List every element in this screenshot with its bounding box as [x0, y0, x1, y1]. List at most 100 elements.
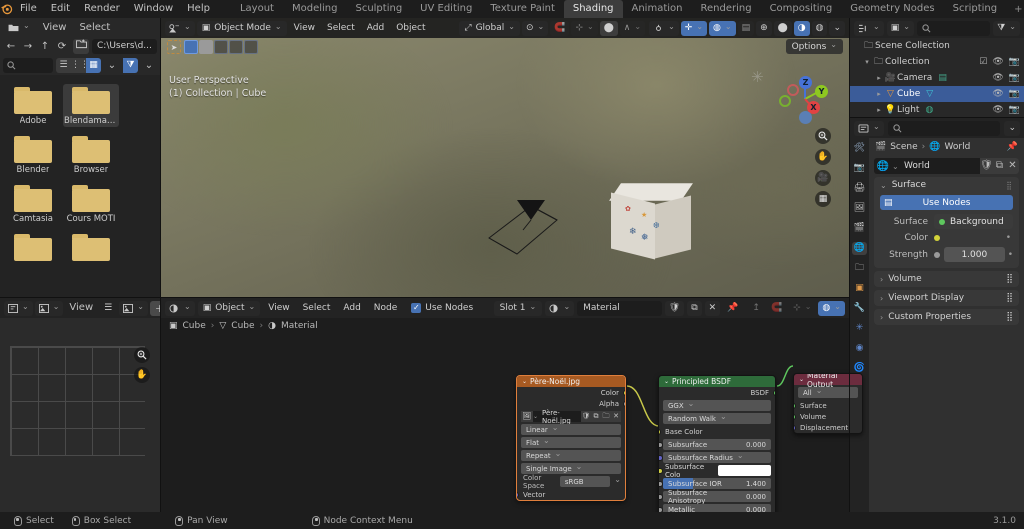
display-mode-thumbnail-icon[interactable]: ▦	[86, 58, 101, 73]
scene-filter-icon[interactable]: ▣	[886, 20, 914, 36]
select-rotate-icon[interactable]	[214, 40, 228, 54]
outliner-row-collection[interactable]: ▾ 🗀 Collection ☑ 👁 📷	[850, 54, 1024, 70]
use-nodes-button[interactable]: ▤ Use Nodes	[880, 195, 1013, 210]
empty-plain-axes[interactable]: ✳	[751, 68, 764, 86]
outliner-row-light[interactable]: ▸ 💡 Light ◍ 👁 📷	[850, 102, 1024, 118]
viewport-menu-add[interactable]: Add	[362, 21, 389, 36]
tab-output[interactable]: 🖨	[852, 182, 867, 195]
node-principled-bsdf[interactable]: ⌄ Principled BSDF BSDF GGX Random Walk B…	[658, 375, 776, 529]
node-projection-field[interactable]: Flat	[521, 437, 621, 448]
editor-type-button[interactable]	[854, 120, 884, 136]
shader-menu-add[interactable]: Add	[338, 301, 365, 316]
node-header[interactable]: ⌄ Material Output	[794, 374, 862, 389]
node-input-subsurface[interactable]: Subsurface 0.000	[659, 439, 771, 450]
menu-icon[interactable]: ☰	[99, 301, 117, 316]
overlays-icon[interactable]: ◍	[709, 20, 736, 36]
node-interpolation-field[interactable]: Linear	[521, 424, 621, 435]
surface-panel-header[interactable]: ⌄ Surface ⣿	[874, 177, 1019, 193]
shield-icon[interactable]: 🛡	[980, 158, 993, 174]
file-item[interactable]	[5, 231, 61, 264]
socket-dot-icon[interactable]	[794, 425, 796, 431]
image-icon[interactable]	[119, 300, 148, 316]
editor-type-button[interactable]	[165, 300, 195, 316]
node-input-subsurface-anisotropy[interactable]: Subsurface Anisotropy 0.000	[659, 489, 771, 505]
file-search-input[interactable]	[3, 58, 53, 73]
viewport-menu-select[interactable]: Select	[322, 21, 360, 36]
camera-icon[interactable]: 🎥	[815, 170, 831, 186]
nav-forward-icon[interactable]: →	[20, 39, 36, 54]
breadcrumb-scene-label[interactable]: Scene	[890, 142, 917, 152]
image-editor-canvas[interactable]: ✋	[0, 318, 160, 512]
gizmo-axis-y[interactable]: Y	[815, 85, 828, 98]
shading-options-chevron-icon[interactable]: ⌄	[829, 20, 845, 36]
node-image-datablock[interactable]: 🖼 ⌄ Père-Noël.jpg 🛡 ⧉ 🗀 ✕	[521, 409, 621, 425]
editor-type-button[interactable]	[4, 300, 33, 316]
shading-material-preview-icon[interactable]: ◑	[793, 20, 810, 36]
hand-icon[interactable]: ✋	[134, 367, 150, 383]
viewport-display-panel-header[interactable]: › Viewport Display ⣿	[874, 290, 1019, 306]
use-nodes-checkbox[interactable]: ✓ Use Nodes	[405, 301, 478, 316]
eye-icon[interactable]: 👁	[992, 89, 1003, 99]
transform-orientation-selector[interactable]: ⤢ Global	[459, 20, 520, 36]
file-browser-body[interactable]: Adobe Blendamator Blender Browser Camtas…	[0, 75, 160, 298]
camera-icon[interactable]: 📷	[1009, 105, 1020, 115]
file-item[interactable]	[63, 231, 119, 264]
properties-search-input[interactable]	[887, 120, 1001, 136]
socket-dot-icon[interactable]	[659, 442, 663, 448]
3d-viewport[interactable]: ✳ ✿ ★ ❄ ❅ ❆ ▣	[161, 18, 849, 298]
duplicate-icon[interactable]: ⧉	[591, 411, 601, 422]
tab-render[interactable]: 📷	[852, 162, 867, 175]
magnet-icon[interactable]: 🧲	[767, 301, 786, 316]
menu-render[interactable]: Render	[77, 0, 127, 18]
animate-property-icon[interactable]: •	[1006, 233, 1011, 243]
overlay-icon[interactable]: ◍	[818, 300, 845, 316]
shading-wireframe-icon[interactable]: ⊕	[756, 20, 772, 36]
nav-back-icon[interactable]: ←	[3, 39, 19, 54]
node-input-base-color[interactable]: Base Color	[659, 426, 775, 437]
properties-options-chevron-icon[interactable]: ⌄	[1004, 120, 1020, 136]
node-colorspace-field[interactable]: Color Space sRGB	[521, 474, 621, 490]
object-mode-selector[interactable]: ▣ Object Mode	[196, 20, 287, 36]
zoom-icon[interactable]	[815, 128, 831, 144]
workspace-tab-animation[interactable]: Animation	[623, 0, 692, 18]
display-options-chevron-icon[interactable]: ⌄	[104, 58, 120, 73]
fb-menu-select[interactable]: Select	[74, 19, 115, 37]
node-input-subsurface-ior[interactable]: Subsurface IOR 1.400	[659, 478, 771, 489]
file-item[interactable]: Adobe	[5, 84, 61, 127]
close-icon[interactable]: ✕	[611, 411, 621, 422]
select-scale-icon[interactable]	[229, 40, 243, 54]
file-item[interactable]: Blendamator	[63, 84, 119, 127]
outliner-display-mode-icon[interactable]	[854, 20, 884, 36]
volume-panel-header[interactable]: › Volume ⣿	[874, 271, 1019, 287]
display-mode-horizontal-list-icon[interactable]: ⋮⋮	[71, 58, 89, 73]
world-icon[interactable]: 🌐	[874, 161, 892, 172]
shader-node-canvas[interactable]: ▣ Cube › ▽ Cube › ◑ Material ⌄ Père-Noël…	[161, 318, 863, 529]
file-item[interactable]: Blender	[5, 133, 61, 176]
image-view-mode-icon[interactable]	[34, 300, 64, 316]
falloff-curve-icon[interactable]: ∧	[619, 20, 646, 36]
tab-particles[interactable]: ✳	[852, 322, 867, 335]
chevron-down-icon[interactable]: ⌄	[522, 378, 527, 385]
pivot-icon[interactable]: ⊙	[521, 20, 549, 36]
file-path-field[interactable]: C:\Users\d...	[92, 39, 157, 54]
tab-collection[interactable]: 🗀	[852, 262, 867, 275]
socket-dot-icon[interactable]	[659, 429, 661, 435]
node-input-displacement[interactable]: Displacement	[794, 422, 862, 433]
camera-icon[interactable]: 📷	[1009, 73, 1020, 83]
outliner-row-camera[interactable]: ▸ 🎥 Camera ▤ 👁 📷	[850, 70, 1024, 86]
tab-scene[interactable]: 🎬	[852, 222, 867, 235]
node-material-output[interactable]: ⌄ Material Output All Surface Volume Dis…	[793, 373, 863, 434]
gizmo-axis-z[interactable]: Z	[799, 76, 812, 89]
viewport-options-button[interactable]: Options	[785, 39, 843, 54]
blender-logo-icon[interactable]	[0, 2, 13, 17]
fb-menu-view[interactable]: View	[38, 19, 72, 37]
filter-icon[interactable]: ⧩	[993, 20, 1020, 36]
display-mode-vertical-list-icon[interactable]: ☰	[56, 58, 71, 73]
tweak-icon[interactable]: ➤	[167, 40, 181, 54]
socket-dot-icon[interactable]	[659, 481, 663, 487]
node-header[interactable]: ⌄ Principled BSDF	[659, 376, 775, 387]
menu-window[interactable]: Window	[127, 0, 180, 18]
socket-dot-icon[interactable]	[517, 492, 519, 498]
node-output-color[interactable]: Color	[517, 387, 625, 398]
menu-help[interactable]: Help	[180, 0, 217, 18]
